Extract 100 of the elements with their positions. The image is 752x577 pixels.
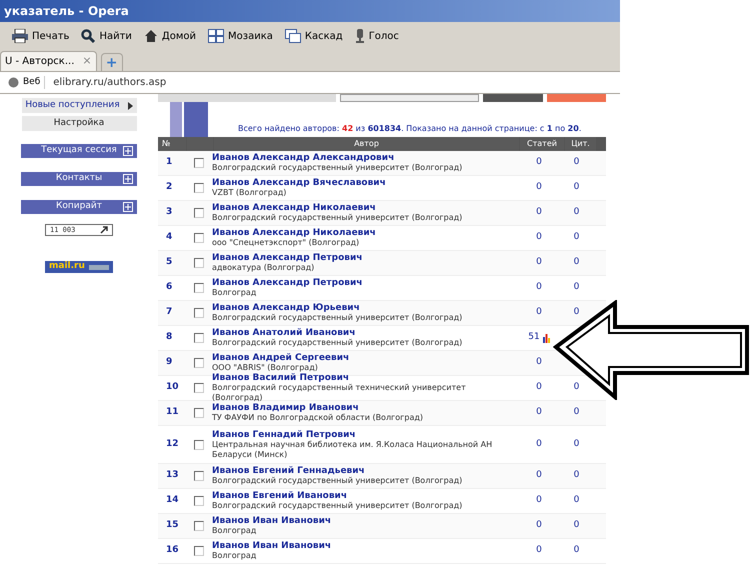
globe-icon [8, 77, 19, 88]
checkbox[interactable] [194, 233, 204, 243]
author-link[interactable]: Иванов Анатолий Иванович [212, 328, 517, 338]
logo-block [170, 102, 182, 137]
articles-count[interactable]: 0 [536, 519, 542, 533]
sidebar-section[interactable]: Копирайт [21, 200, 137, 214]
author-link[interactable]: Иванов Александр Александрович [212, 153, 517, 163]
web-button[interactable]: Веб [4, 76, 46, 90]
author-link[interactable]: Иванов Александр Николаевич [212, 203, 517, 213]
author-link[interactable]: Иванов Василий Петрович [212, 373, 517, 383]
window-title: указатель - Opera [4, 3, 129, 20]
citations-count[interactable]: 0 [574, 438, 580, 452]
author-link[interactable]: Иванов Евгений Геннадьевич [212, 466, 517, 476]
author-affiliation: Волгоградский государственный университет (Волгоград) [212, 163, 464, 173]
articles-count[interactable]: 0 [536, 438, 542, 452]
checkbox[interactable] [194, 383, 204, 393]
citations-count[interactable]: 0 [574, 406, 580, 420]
checkbox[interactable] [194, 183, 204, 193]
citations-count[interactable]: 0 [574, 181, 580, 195]
toolbar-button[interactable]: Найти [81, 28, 132, 44]
checkbox[interactable] [194, 308, 204, 318]
citations-count[interactable]: 0 [574, 469, 580, 483]
toolbar-button[interactable]: Мозаика [208, 28, 273, 44]
author-link[interactable]: Иванов Владимир Иванович [212, 403, 517, 413]
sidebar-link[interactable]: Настройка [22, 116, 136, 131]
checkbox[interactable] [194, 283, 204, 293]
toolbar-button[interactable]: Голос [354, 28, 399, 44]
author-link[interactable]: Иванов Андрей Сергеевич [212, 353, 517, 363]
articles-count[interactable]: 0 [536, 181, 542, 195]
citations-count[interactable]: 0 [574, 156, 580, 170]
checkbox[interactable] [194, 521, 204, 531]
row-number: 13 [165, 469, 180, 482]
checkbox[interactable] [194, 496, 204, 506]
checkbox[interactable] [194, 471, 204, 481]
author-affiliation: Волгоградский государственный технический университет (Волгоград) [212, 383, 467, 403]
author-link[interactable]: Иванов Александр Петрович [212, 278, 517, 288]
cascade-windows-icon [284, 29, 301, 43]
sidebar-section[interactable]: Текущая сессия [21, 144, 137, 158]
author-affiliation: ООО "ABRIS" (Волгоград) [212, 363, 319, 373]
checkbox[interactable] [194, 546, 204, 556]
author-affiliation: Центральная научная библиотека им. Я.Коласа Национальной АН Беларуси (Минск) [212, 440, 494, 460]
articles-count[interactable]: 0 [536, 381, 542, 395]
author-link[interactable]: Иванов Александр Юрьевич [212, 303, 517, 313]
toolbar-button[interactable]: Печать [12, 28, 70, 44]
tile-windows-icon [208, 29, 224, 43]
expand-icon [123, 146, 133, 156]
author-link[interactable]: Иванов Александр Петрович [212, 253, 517, 263]
articles-count[interactable]: 0 [536, 356, 542, 370]
address-field[interactable]: elibrary.ru/authors.asp [53, 75, 166, 90]
checkbox[interactable] [194, 358, 204, 368]
checkbox[interactable] [194, 440, 204, 450]
author-link[interactable]: Иванов Евгений Иванович [212, 491, 517, 501]
articles-count[interactable]: 51 [528, 331, 540, 345]
house-icon [144, 29, 158, 43]
citations-count[interactable]: 0 [574, 256, 580, 270]
articles-count[interactable]: 0 [536, 206, 542, 220]
author-affiliation: Волгоградский государственный университет (Волгоград) [212, 313, 464, 323]
citations-count[interactable]: 0 [574, 206, 580, 220]
checkbox[interactable] [194, 208, 204, 218]
citations-count[interactable]: 0 [574, 381, 580, 395]
row-number: 2 [165, 181, 174, 194]
articles-count[interactable]: 0 [536, 469, 542, 483]
toolbar-button[interactable]: Каскад [284, 28, 343, 44]
author-affiliation: Волгоградский государственный университет (Волгоград) [212, 338, 464, 348]
citations-count[interactable]: 0 [574, 231, 580, 245]
articles-count[interactable]: 0 [536, 544, 542, 558]
author-link[interactable]: Иванов Геннадий Петрович [212, 430, 517, 440]
citations-count[interactable]: 0 [574, 306, 580, 320]
articles-count[interactable]: 0 [536, 156, 542, 170]
checkbox[interactable] [194, 158, 204, 168]
column-header: № [158, 137, 186, 151]
citations-count[interactable]: 0 [574, 494, 580, 508]
row-number: 14 [165, 494, 180, 508]
row-number: 6 [165, 281, 174, 294]
bar-chart-icon[interactable] [542, 334, 550, 342]
citations-count[interactable]: 0 [574, 281, 580, 295]
checkbox[interactable] [194, 408, 204, 418]
citations-count[interactable]: 0 [574, 519, 580, 533]
author-link[interactable]: Иванов Александр Вячеславович [212, 178, 517, 188]
articles-count[interactable]: 0 [536, 494, 542, 508]
toolbar-button[interactable]: Домой [144, 28, 196, 44]
author-link[interactable]: Иванов Иван Иванович [212, 516, 517, 526]
expand-icon [123, 174, 133, 184]
browser-tab[interactable]: U - Авторск... × [0, 51, 97, 71]
articles-count[interactable]: 0 [536, 306, 542, 320]
articles-count[interactable]: 0 [536, 231, 542, 245]
citations-count[interactable]: 0 [574, 544, 580, 558]
order-field[interactable] [340, 94, 480, 102]
author-link[interactable]: Иванов Иван Иванович [212, 541, 517, 551]
articles-count[interactable]: 0 [536, 406, 542, 420]
checkbox[interactable] [194, 333, 204, 343]
articles-count[interactable]: 0 [536, 256, 542, 270]
sidebar-link[interactable]: Новые поступления [22, 98, 136, 113]
checkbox[interactable] [194, 258, 204, 268]
author-link[interactable]: Иванов Александр Николаевич [212, 228, 517, 238]
row-number: 15 [165, 519, 180, 532]
author-affiliation: Волгоград [212, 288, 258, 298]
row-number: 4 [165, 231, 174, 244]
articles-count[interactable]: 0 [536, 281, 542, 295]
sidebar-section[interactable]: Контакты [21, 172, 137, 186]
